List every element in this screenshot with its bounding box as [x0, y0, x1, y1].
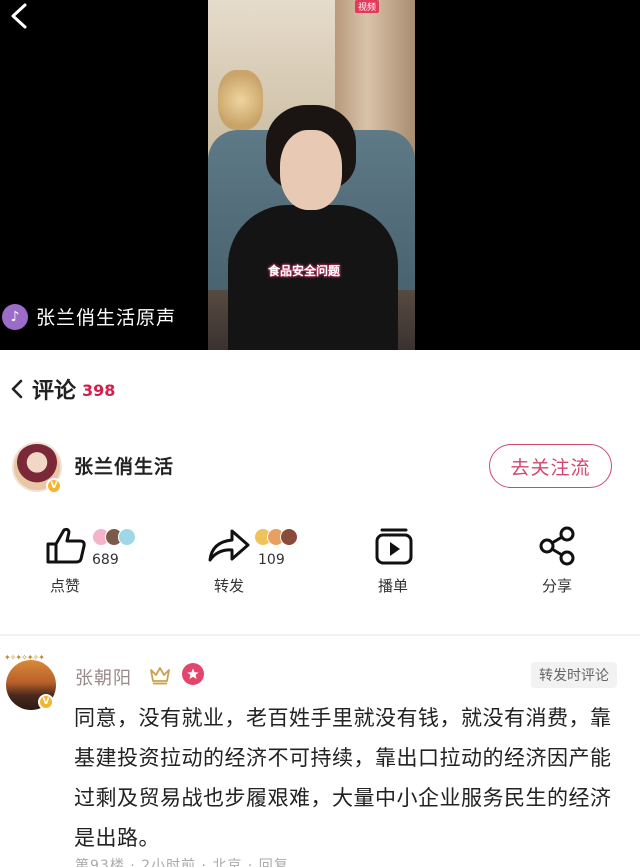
like-count: 689	[92, 552, 119, 568]
verified-badge-icon: V	[46, 478, 62, 494]
video-frame: 视频 食品安全问题	[208, 0, 415, 350]
share-action[interactable]: 分享	[538, 526, 588, 606]
video-top-tag: 视频	[355, 0, 380, 13]
original-audio-label[interactable]: ♪ 张兰俏生活原声	[2, 303, 176, 330]
author-name[interactable]: 张兰俏生活	[74, 452, 174, 479]
crown-icon	[150, 667, 170, 685]
forward-count: 109	[258, 552, 285, 568]
forward-action[interactable]: 109 转发	[206, 526, 326, 606]
playlist-action[interactable]: 播单	[372, 526, 422, 606]
like-label: 点赞	[50, 577, 81, 595]
comments-title: 评论	[32, 379, 77, 404]
video-person	[228, 105, 398, 350]
thumbs-up-icon	[46, 527, 86, 564]
comment-meta: 第93楼 · 2小时前 · 北京 · 回复	[75, 858, 289, 867]
back-arrow-icon[interactable]	[8, 2, 30, 30]
comment-text: 同意，没有就业，老百姓手里就没有钱，就没有消费，靠基建投资拉动的经济不可持续，靠…	[74, 706, 612, 850]
share-label: 分享	[542, 577, 573, 595]
level-badge-icon	[182, 663, 204, 685]
comments-panel: 评论 398 V 张兰俏生活 去关注流 689 点赞 109 转发 播单 分享 …	[0, 350, 640, 867]
avatar-frame-decoration: ✦✧✦✧✦✧✦	[4, 653, 45, 662]
music-note-icon: ♪	[2, 303, 28, 330]
video-player[interactable]: 视频 食品安全问题 ♪ 张兰俏生活原声	[0, 0, 640, 350]
chevron-left-icon[interactable]	[10, 378, 24, 400]
comments-count: 398	[82, 381, 116, 400]
playlist-label: 播单	[378, 577, 409, 595]
like-action[interactable]: 689 点赞	[44, 526, 164, 606]
author-row: V 张兰俏生活 去关注流	[0, 442, 640, 498]
section-divider	[0, 634, 640, 636]
action-bar: 689 点赞 109 转发 播单 分享	[0, 526, 640, 606]
like-user-avatars	[92, 528, 136, 546]
commenter-verified-badge-icon: V	[38, 694, 54, 710]
share-nodes-icon	[539, 526, 575, 566]
follow-button[interactable]: 去关注流	[489, 444, 612, 488]
video-caption: 食品安全问题	[268, 264, 341, 278]
forward-arrow-icon	[208, 529, 250, 562]
repost-comment-tag: 转发时评论	[531, 662, 617, 688]
playlist-icon	[375, 528, 413, 565]
commenter-name[interactable]: 张朝阳	[75, 664, 132, 690]
forward-user-avatars	[254, 528, 298, 546]
music-label-text: 张兰俏生活原声	[36, 307, 177, 329]
comment-item: ✦✧✦✧✦✧✦ V 张朝阳 转发时评论 同意，没有就业，老百姓手里就没有钱，就没…	[0, 650, 640, 867]
forward-label: 转发	[214, 577, 245, 595]
comments-header[interactable]: 评论 398	[10, 373, 115, 405]
